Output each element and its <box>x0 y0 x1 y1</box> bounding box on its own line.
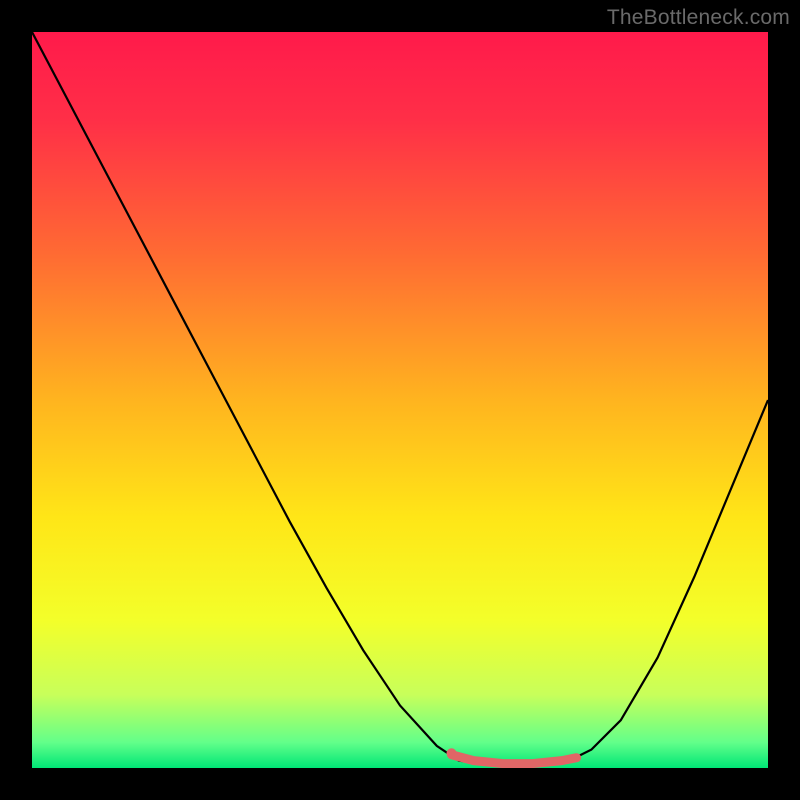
highlight-dot <box>447 748 457 758</box>
bottleneck-chart <box>32 32 768 768</box>
chart-frame <box>32 32 768 768</box>
watermark-text: TheBottleneck.com <box>607 6 790 30</box>
